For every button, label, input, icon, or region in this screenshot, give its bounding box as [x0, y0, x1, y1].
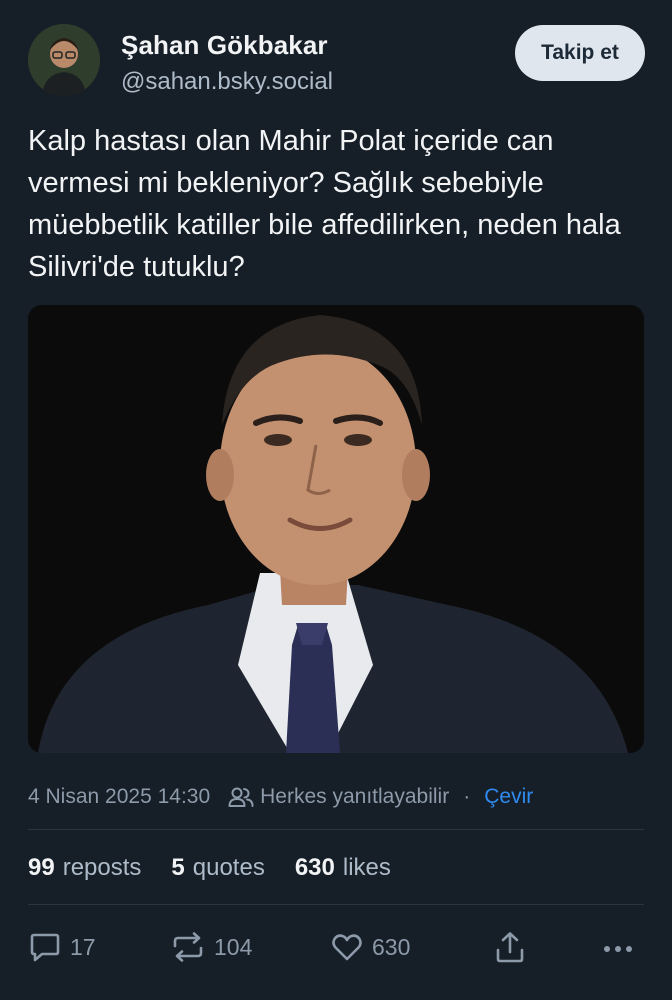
avatar[interactable]	[28, 24, 100, 96]
share-button[interactable]	[494, 925, 526, 969]
author-handle[interactable]: @sahan.bsky.social	[121, 68, 333, 96]
post-meta: 4 Nisan 2025 14:30 Herkes yanıtlayabilir…	[28, 782, 533, 812]
heart-icon	[332, 934, 362, 961]
reply-button[interactable]: 17	[28, 925, 96, 969]
quotes-label: quotes	[192, 854, 265, 881]
reposts-label: reposts	[62, 854, 142, 881]
like-button[interactable]: 630	[330, 925, 410, 969]
repost-icon	[173, 932, 203, 962]
share-icon	[496, 932, 524, 963]
divider	[28, 904, 644, 905]
reposts-stat[interactable]: 99 reposts	[28, 854, 141, 882]
translate-link[interactable]: Çevir	[484, 785, 533, 809]
photo-man-in-suit-icon	[28, 305, 644, 753]
post-timestamp[interactable]: 4 Nisan 2025 14:30	[28, 785, 210, 809]
like-count: 630	[372, 933, 411, 960]
reply-count: 17	[70, 933, 96, 960]
likes-count: 630	[294, 854, 335, 881]
reply-setting[interactable]: Herkes yanıtlayabilir	[260, 785, 449, 809]
quotes-count: 5	[171, 854, 185, 881]
avatar-photo-icon	[28, 24, 100, 96]
quotes-stat[interactable]: 5 quotes	[171, 854, 264, 882]
divider	[28, 829, 644, 830]
post-image[interactable]	[28, 305, 644, 753]
meta-separator: ·	[463, 785, 471, 808]
people-icon	[228, 787, 254, 807]
more-options-button[interactable]	[600, 925, 636, 969]
likes-stat[interactable]: 630 likes	[295, 854, 391, 882]
follow-button[interactable]: Takip et	[515, 25, 645, 81]
post-text: Kalp hastası olan Mahir Polat içeride ca…	[28, 125, 621, 283]
author-display-name[interactable]: Şahan Gökbakar	[121, 30, 328, 61]
reposts-count: 99	[28, 854, 55, 881]
post-actions: 17 104 630	[0, 925, 672, 969]
repost-count: 104	[214, 933, 253, 960]
likes-label: likes	[342, 854, 391, 881]
more-horizontal-icon	[604, 946, 632, 952]
post-thread-view: Şahan Gökbakar @sahan.bsky.social Takip …	[0, 0, 672, 1000]
post-stats: 99 reposts 5 quotes 630 likes	[28, 852, 421, 884]
repost-button[interactable]: 104	[170, 925, 252, 969]
reply-icon	[30, 933, 60, 962]
